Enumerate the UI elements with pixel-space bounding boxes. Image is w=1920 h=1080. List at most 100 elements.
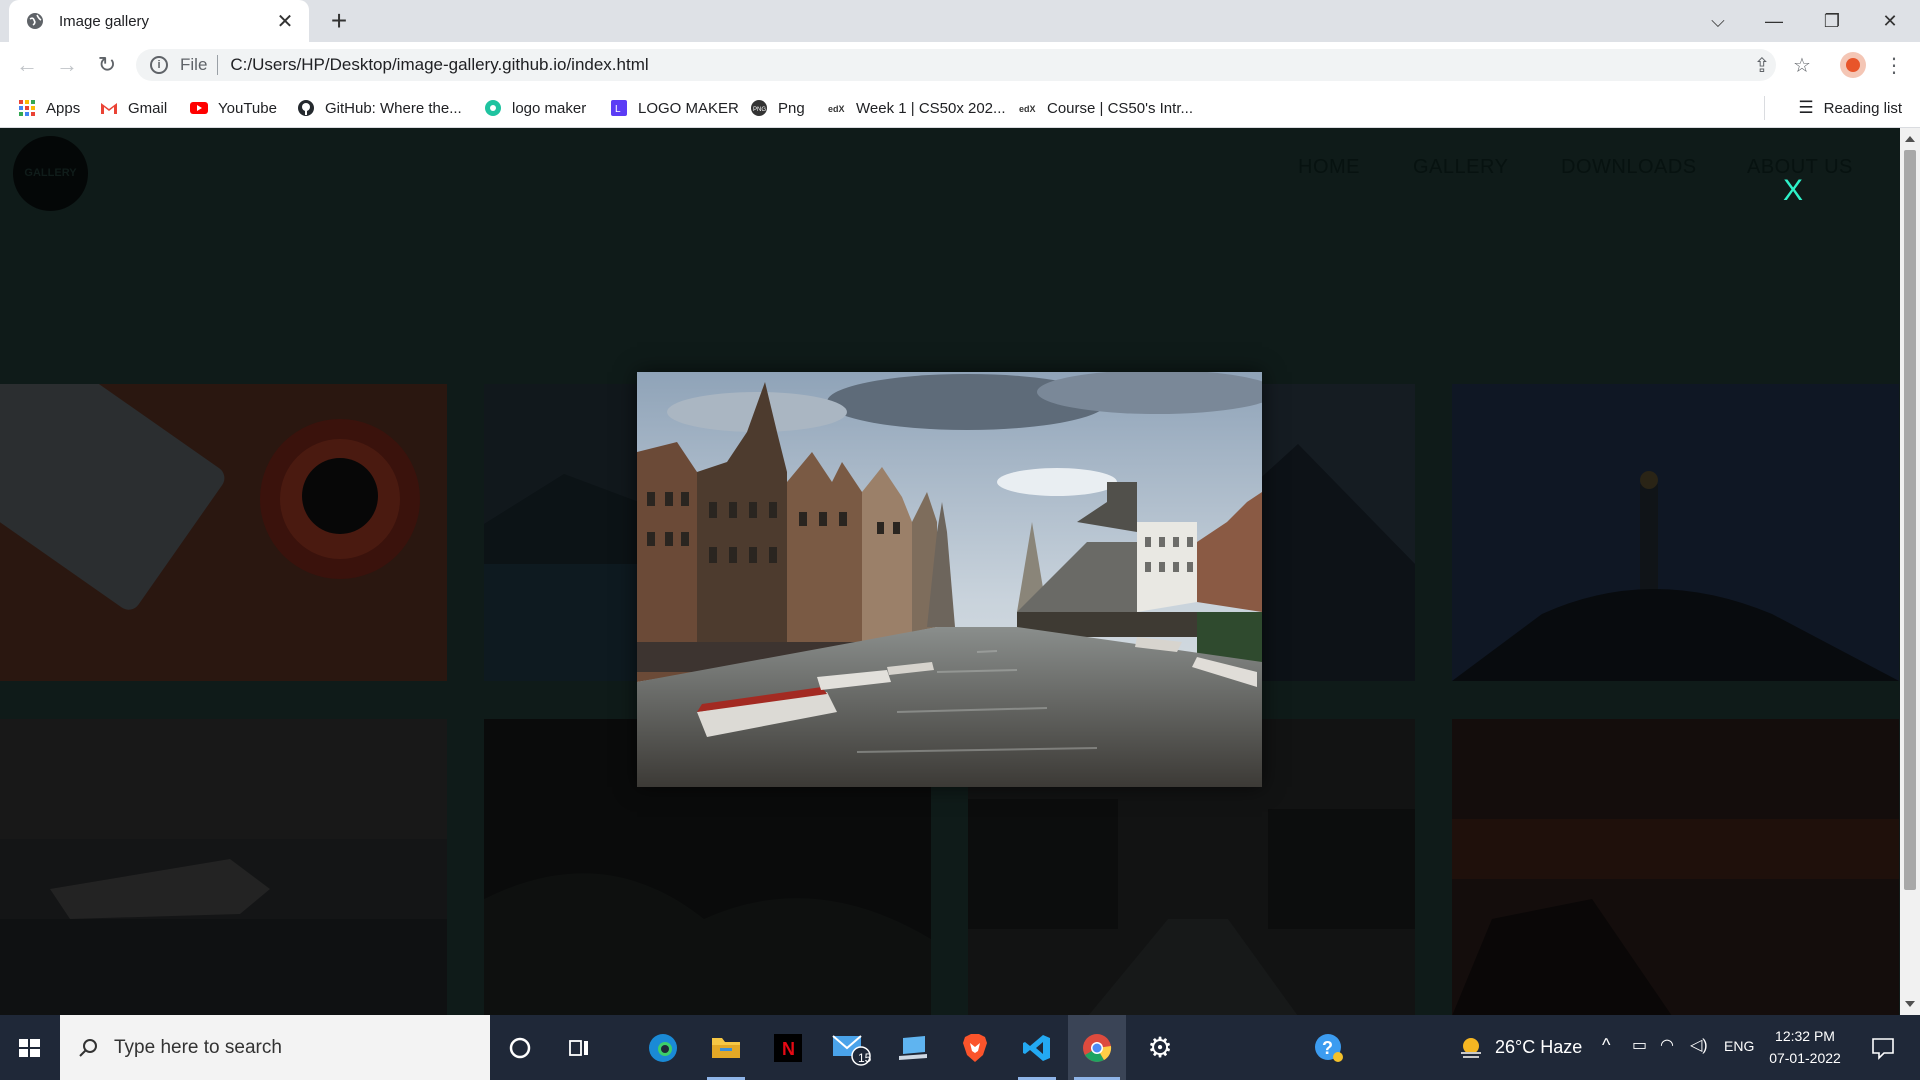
taskbar-help[interactable]: ?: [1300, 1015, 1358, 1080]
minimize-button[interactable]: —: [1752, 6, 1796, 36]
close-lightbox-button[interactable]: X: [1783, 174, 1803, 208]
cortana-icon: [509, 1037, 531, 1058]
help-icon: ?: [1315, 1033, 1343, 1062]
more-menu-icon[interactable]: ⋮: [1880, 52, 1908, 80]
tab-search-chevron-icon[interactable]: ⌵: [1696, 6, 1740, 36]
bookmark-cs50-week1[interactable]: edX Week 1 | CS50x 202...: [828, 88, 1006, 128]
edge-icon: [649, 1033, 677, 1062]
volume-icon[interactable]: ◁): [1690, 1035, 1708, 1055]
bookmark-cs50-course[interactable]: edX Course | CS50's Intr...: [1019, 88, 1193, 128]
bookmark-png[interactable]: PNG Png: [750, 88, 805, 128]
scroll-up-icon[interactable]: [1905, 136, 1915, 142]
bookmark-label: Png: [778, 99, 805, 117]
bookmark-label: Course | CS50's Intr...: [1047, 99, 1193, 117]
scrollbar-thumb[interactable]: [1904, 150, 1916, 890]
bookmark-logo-maker[interactable]: logo maker: [484, 88, 586, 128]
bookmark-youtube[interactable]: YouTube: [190, 88, 277, 128]
bookmark-label: LOGO MAKER: [638, 99, 739, 117]
brave-icon: [963, 1033, 987, 1062]
task-view-button[interactable]: [550, 1015, 608, 1080]
scroll-down-icon[interactable]: [1905, 1001, 1915, 1007]
bookmark-label: YouTube: [218, 99, 277, 117]
bookmark-label: GitHub: Where the...: [325, 99, 462, 117]
bookmarks-bar: Apps Gmail YouTube GitHub: Where the... …: [0, 88, 1920, 128]
taskbar-search-box[interactable]: Type here to search: [60, 1015, 490, 1080]
taskbar-laptop-app[interactable]: [884, 1015, 942, 1080]
tab-close-icon[interactable]: ✕: [275, 9, 295, 34]
weather-haze-icon[interactable]: [1458, 1035, 1484, 1061]
battery-icon[interactable]: ▭: [1632, 1035, 1647, 1055]
bookmark-github[interactable]: GitHub: Where the...: [297, 88, 462, 128]
taskbar-vscode[interactable]: [1008, 1015, 1066, 1080]
globe-icon: [27, 13, 43, 29]
gmail-icon: [101, 103, 117, 114]
page-scrollbar[interactable]: [1900, 128, 1920, 1015]
svg-text:edX: edX: [828, 104, 845, 114]
weather-text[interactable]: 26°C Haze: [1495, 1015, 1582, 1080]
taskbar-netflix[interactable]: N: [759, 1015, 817, 1080]
language-indicator[interactable]: ENG: [1724, 1038, 1754, 1054]
tray-overflow-chevron-icon[interactable]: ^: [1602, 1035, 1610, 1056]
svg-text:N: N: [782, 1039, 795, 1059]
cortana-button[interactable]: [491, 1015, 549, 1080]
logo-maker-2-icon: L: [611, 100, 627, 116]
bookmark-label: Gmail: [128, 99, 168, 117]
svg-text:L: L: [615, 104, 621, 115]
gear-icon: ⚙: [1147, 1032, 1173, 1063]
reading-list-button[interactable]: ☰ Reading list: [1764, 88, 1902, 128]
svg-text:?: ?: [1322, 1038, 1333, 1058]
profile-avatar[interactable]: [1840, 52, 1866, 78]
edx-icon: edX: [1019, 104, 1036, 114]
github-icon: [298, 100, 314, 116]
bookmark-star-icon[interactable]: ☆: [1788, 52, 1816, 80]
taskbar-edge[interactable]: [634, 1015, 692, 1080]
bookmark-label: Apps: [46, 99, 81, 117]
omnibox-separator: [217, 55, 219, 75]
vscode-icon: [1023, 1034, 1050, 1061]
taskbar-chrome[interactable]: [1068, 1015, 1126, 1080]
windows-taskbar: Type here to search N 15 ⚙ ? 26°C Haze ^…: [0, 1015, 1920, 1080]
png-icon: PNG: [751, 100, 767, 116]
windows-logo-icon: [19, 1039, 40, 1057]
file-explorer-icon: [712, 1037, 740, 1058]
notifications-icon[interactable]: [1870, 1035, 1896, 1061]
taskbar-brave[interactable]: [946, 1015, 1004, 1080]
apps-grid-icon: [19, 100, 35, 116]
edx-icon: edX: [828, 104, 845, 114]
wifi-icon[interactable]: ◠: [1660, 1035, 1674, 1055]
new-tab-button[interactable]: +: [324, 6, 354, 36]
share-icon[interactable]: ⇪: [1748, 52, 1776, 80]
task-view-icon: [569, 1039, 588, 1056]
search-placeholder: Type here to search: [114, 1036, 282, 1058]
bookmark-label: logo maker: [512, 99, 587, 117]
reload-button[interactable]: ↻: [92, 50, 122, 80]
bookmark-logo-maker-2[interactable]: L LOGO MAKER: [610, 88, 739, 128]
info-icon[interactable]: i: [150, 56, 168, 74]
svg-text:edX: edX: [1019, 104, 1036, 114]
address-bar[interactable]: i File C:/Users/HP/Desktop/image-gallery…: [136, 49, 1776, 81]
reading-list-icon: ☰: [1798, 98, 1814, 117]
bookmark-gmail[interactable]: Gmail: [100, 88, 167, 128]
bookmark-apps[interactable]: Apps: [18, 88, 80, 128]
browser-toolbar: ← → ↻ i File C:/Users/HP/Desktop/image-g…: [0, 42, 1920, 88]
search-icon: [79, 1038, 97, 1057]
browser-tab[interactable]: Image gallery ✕: [9, 0, 309, 42]
svg-text:PNG: PNG: [753, 107, 766, 113]
logo-maker-icon: [485, 100, 501, 116]
taskbar-settings[interactable]: ⚙: [1131, 1015, 1189, 1080]
netflix-icon: N: [774, 1033, 802, 1062]
close-window-button[interactable]: ✕: [1868, 6, 1912, 36]
restore-button[interactable]: ❐: [1810, 6, 1854, 36]
back-button[interactable]: ←: [12, 50, 42, 80]
bookmark-label: Week 1 | CS50x 202...: [856, 99, 1006, 117]
start-button[interactable]: [0, 1015, 60, 1080]
url-text[interactable]: C:/Users/HP/Desktop/image-gallery.github…: [230, 55, 648, 75]
taskbar-file-explorer[interactable]: [697, 1015, 755, 1080]
lightbox-image: [637, 372, 1262, 787]
forward-button[interactable]: →: [52, 50, 82, 80]
mail-badge: 15: [858, 1051, 872, 1065]
tab-title: Image gallery: [59, 12, 150, 30]
taskbar-mail[interactable]: 15: [822, 1015, 880, 1080]
taskbar-clock[interactable]: 12:32 PM 07-01-2022: [1760, 1025, 1850, 1069]
chrome-icon: [1083, 1033, 1112, 1062]
